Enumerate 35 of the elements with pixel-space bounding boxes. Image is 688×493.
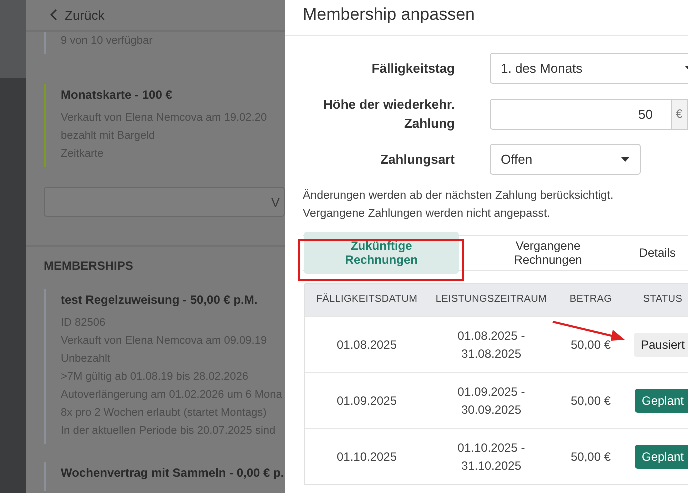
column-header: FÄLLIGKEITSDATUM	[316, 292, 418, 307]
table-cell-text: 01.08.2025	[336, 336, 398, 354]
column-header: STATUS	[643, 293, 683, 307]
status-badge: Pausiert	[634, 332, 688, 356]
status-badge: Geplant	[634, 388, 688, 412]
table-cell-text: 01.10.2025 - 31.10.2025	[456, 440, 526, 474]
info-text: Änderungen werden ab der nächsten Zahlung berücksichtigt.	[303, 188, 615, 204]
currency-addon: €	[672, 98, 688, 130]
section-title: MEMBERSHIPS	[44, 259, 134, 273]
table-cell-text: 50,00 €	[570, 336, 612, 354]
status-badge: Geplant	[634, 444, 688, 468]
select-field[interactable]: 1. des Monats	[490, 53, 688, 84]
membership-title: test Regelzuweisung - 50,00 € p.M.	[61, 293, 259, 307]
membership-title: Wochenvertrag mit Sammeln - 0,00 € p.	[61, 466, 285, 480]
tab[interactable]: Vergangene Rechnungen	[471, 232, 626, 274]
table-cell-text: 01.10.2025	[336, 448, 398, 466]
table-cell-text: 01.08.2025 - 31.08.2025	[456, 328, 526, 362]
field-label: Zahlungsart	[380, 151, 455, 169]
select-field[interactable]: Offen	[490, 144, 641, 175]
table-cell-text: 01.09.2025	[336, 392, 398, 410]
field-label: Fälligkeitstag	[370, 60, 455, 78]
tab[interactable]: Details	[629, 239, 686, 267]
info-text: Vergangene Zahlungen werden nicht angepasst.	[303, 207, 552, 222]
table-cell-text: 50,00 €	[570, 448, 612, 466]
table-cell-text: 50,00 €	[570, 392, 612, 410]
column-header: LEISTUNGSZEITRAUM	[436, 293, 548, 307]
column-header: BETRAG	[570, 293, 612, 307]
caret-icon	[621, 157, 630, 162]
chevron-left-icon	[50, 9, 58, 21]
tab[interactable]: Zukünftige Rechnungen	[304, 232, 460, 274]
entry-title: Monatskarte - 100 €	[61, 88, 174, 102]
dialog-title: Membership anpassen	[303, 5, 475, 24]
field-label: Höhe der wiederkehr. Zahlung	[322, 96, 455, 133]
amount-field[interactable]: 50	[490, 98, 672, 130]
table-cell-text: 01.09.2025 - 30.09.2025	[456, 384, 526, 418]
